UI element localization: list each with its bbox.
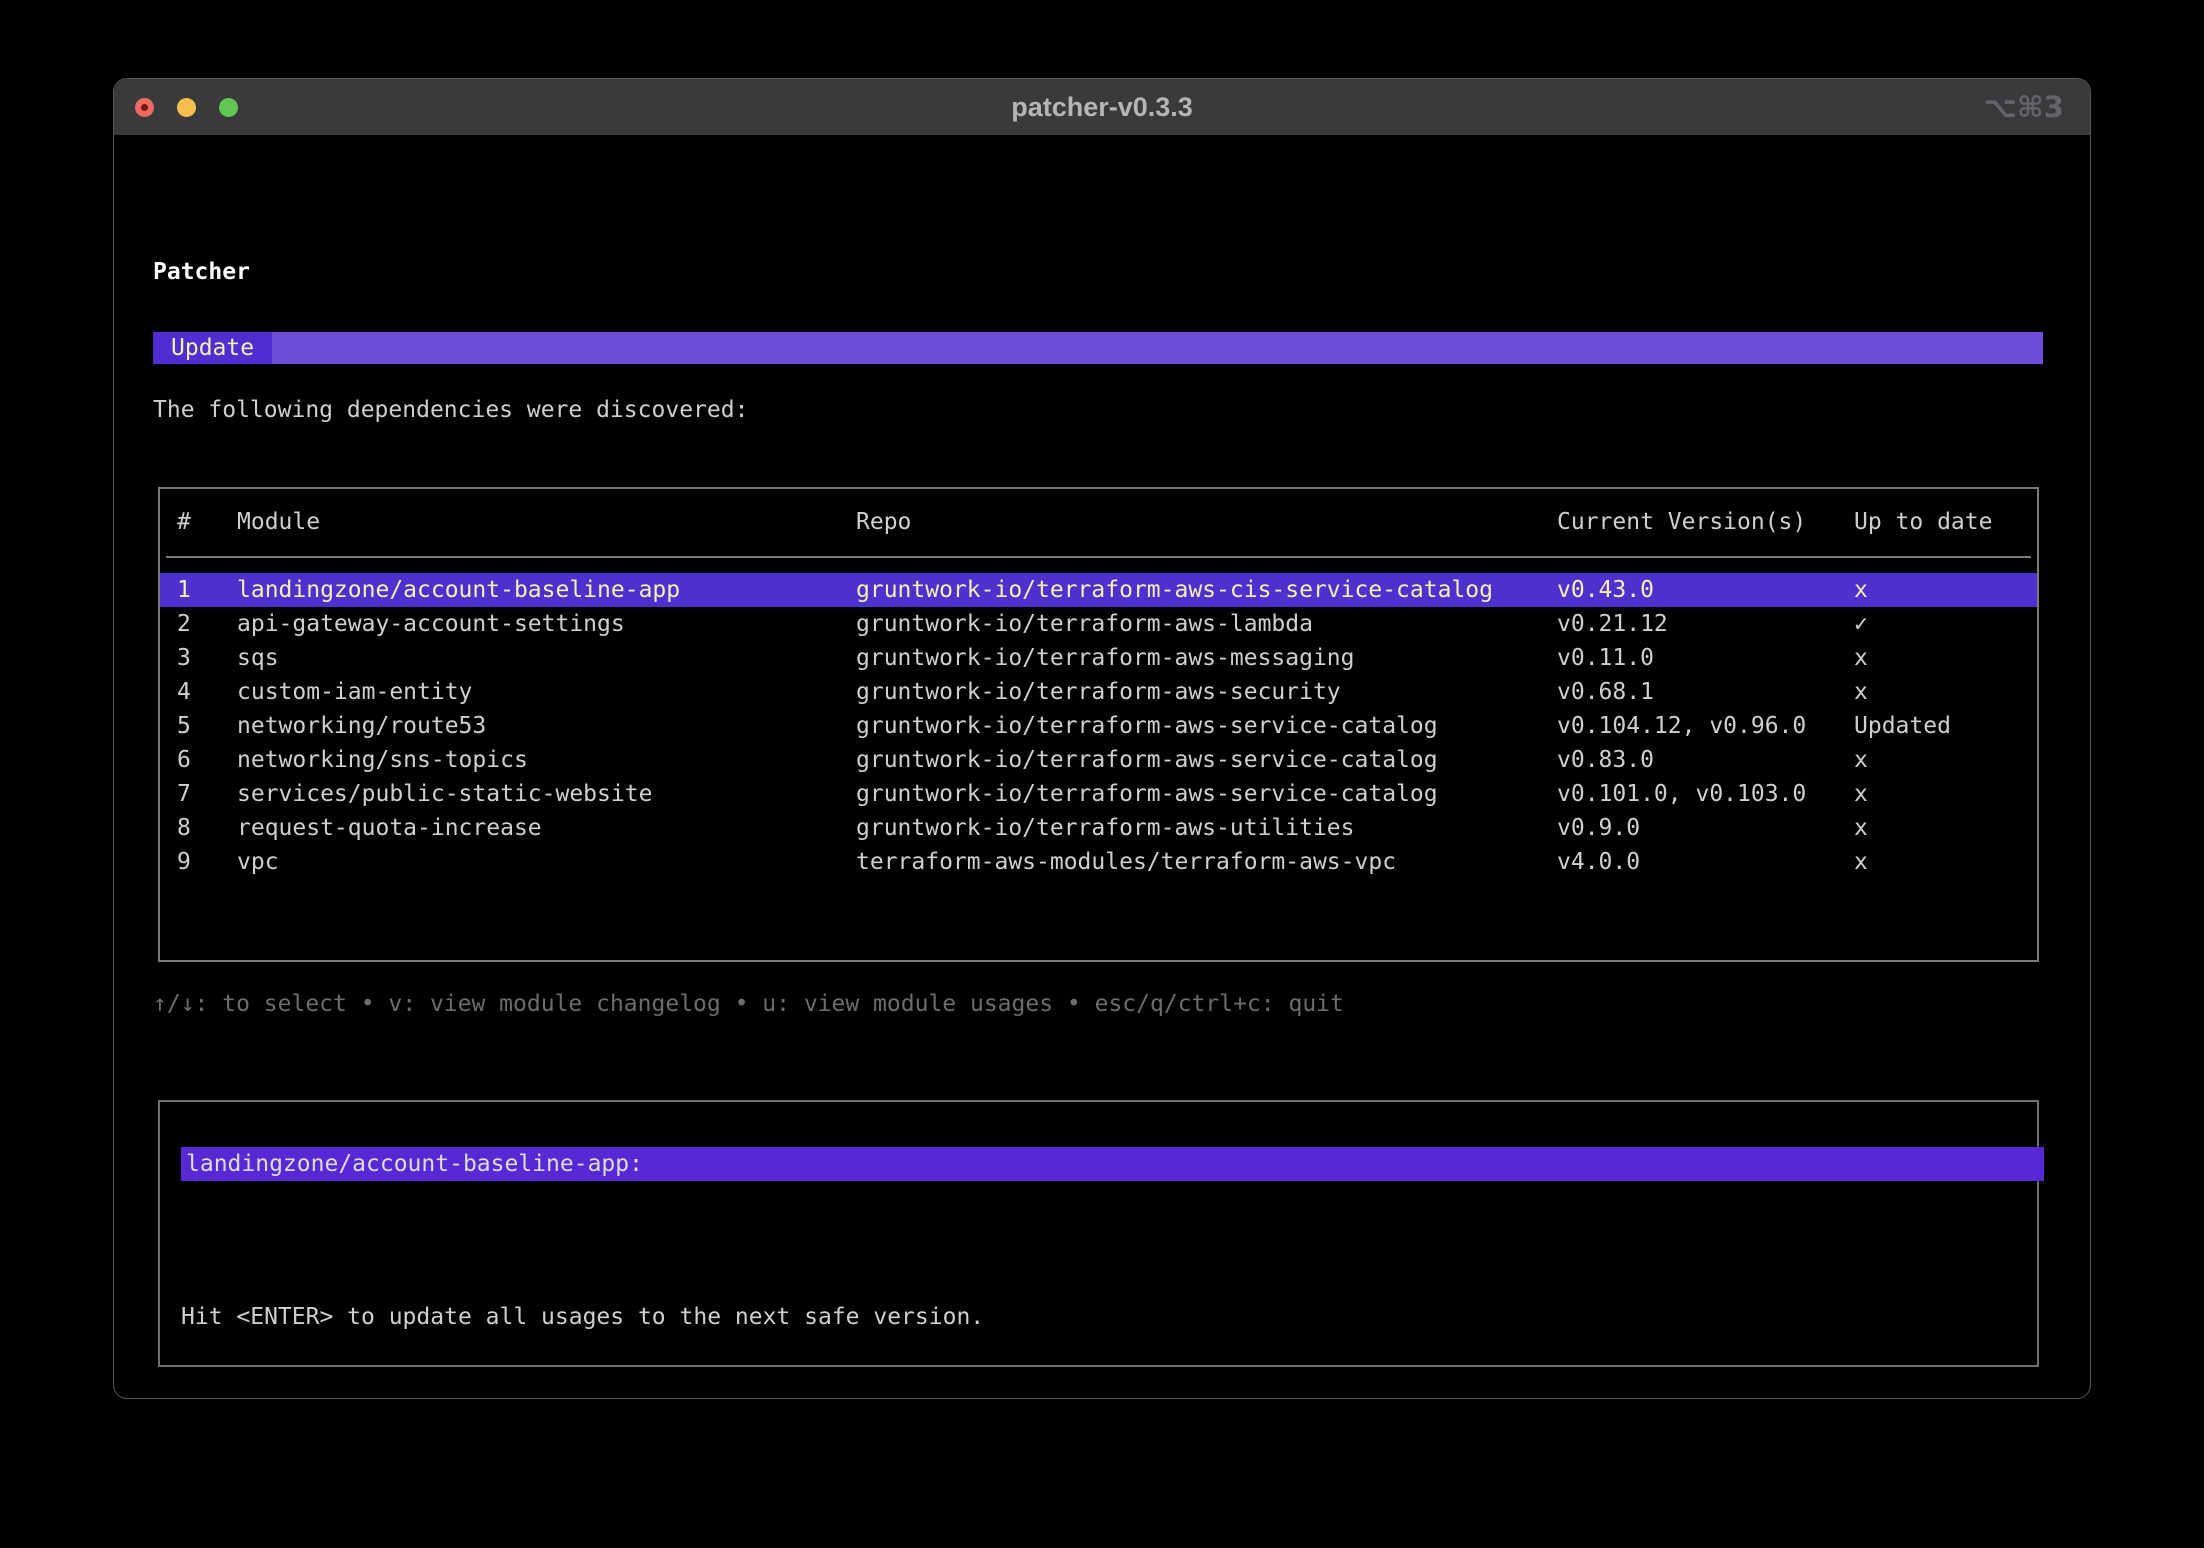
- window-title: patcher-v0.3.3: [1011, 92, 1193, 123]
- cell-versions: v0.101.0, v0.103.0: [1557, 777, 1854, 811]
- cell-num: 1: [177, 573, 237, 607]
- table-row[interactable]: 7services/public-static-websitegruntwork…: [160, 777, 2037, 811]
- cell-versions: v0.9.0: [1557, 811, 1854, 845]
- cell-num: 3: [177, 641, 237, 675]
- cell-repo: gruntwork-io/terraform-aws-utilities: [856, 811, 1557, 845]
- cell-versions: v0.21.12: [1557, 607, 1854, 641]
- cell-up-to_date: Updated: [1854, 709, 2037, 743]
- cell-repo: gruntwork-io/terraform-aws-lambda: [856, 607, 1557, 641]
- cell-versions: v0.68.1: [1557, 675, 1854, 709]
- cell-up-to_date: x: [1854, 811, 2037, 845]
- table-row[interactable]: 2api-gateway-account-settingsgruntwork-i…: [160, 607, 2037, 641]
- window-titlebar[interactable]: patcher-v0.3.3 ⌥⌘3: [114, 79, 2090, 135]
- detail-instructions: Hit <ENTER> to update all usages to the …: [181, 1232, 1303, 1399]
- table-body: 1landingzone/account-baseline-appgruntwo…: [160, 573, 2037, 879]
- cell-module: api-gateway-account-settings: [237, 607, 856, 641]
- cell-repo: gruntwork-io/terraform-aws-messaging: [856, 641, 1557, 675]
- cell-num: 8: [177, 811, 237, 845]
- zoom-button-icon[interactable]: [219, 98, 238, 117]
- cell-module: request-quota-increase: [237, 811, 856, 845]
- tab-bar: Update: [153, 332, 2043, 364]
- cell-module: landingzone/account-baseline-app: [237, 573, 856, 607]
- col-header-up-to-date: Up to date: [1854, 505, 2037, 539]
- cell-num: 4: [177, 675, 237, 709]
- keybinding-help: ↑/↓: to select • v: view module changelo…: [153, 987, 1344, 1021]
- table-row[interactable]: 5networking/route53gruntwork-io/terrafor…: [160, 709, 2037, 743]
- cell-repo: gruntwork-io/terraform-aws-service-catal…: [856, 777, 1557, 811]
- cell-repo: gruntwork-io/terraform-aws-service-catal…: [856, 709, 1557, 743]
- instruction-line: Hit <ENTER> to update all usages to the …: [181, 1300, 1303, 1334]
- dependency-table: # Module Repo Current Version(s) Up to d…: [158, 487, 2039, 962]
- col-header-module: Module: [237, 505, 856, 539]
- cell-versions: v0.11.0: [1557, 641, 1854, 675]
- cell-up-to_date: x: [1854, 573, 2037, 607]
- cell-up-to_date: x: [1854, 641, 2037, 675]
- intro-text: The following dependencies were discover…: [153, 393, 748, 427]
- cell-up-to_date: x: [1854, 675, 2037, 709]
- header-separator: [166, 556, 2031, 558]
- table-row[interactable]: 4custom-iam-entitygruntwork-io/terraform…: [160, 675, 2037, 709]
- window-shortcut-badge: ⌥⌘3: [1983, 79, 2064, 135]
- app-heading: Patcher: [153, 255, 250, 289]
- cell-num: 6: [177, 743, 237, 777]
- cell-module: vpc: [237, 845, 856, 879]
- table-row[interactable]: 1landingzone/account-baseline-appgruntwo…: [160, 573, 2037, 607]
- cell-versions: v4.0.0: [1557, 845, 1854, 879]
- cell-repo: gruntwork-io/terraform-aws-service-catal…: [856, 743, 1557, 777]
- minimize-button-icon[interactable]: [177, 98, 196, 117]
- col-header-num: #: [177, 505, 237, 539]
- table-row[interactable]: 6networking/sns-topicsgruntwork-io/terra…: [160, 743, 2037, 777]
- col-header-repo: Repo: [856, 505, 1557, 539]
- detail-panel: landingzone/account-baseline-app: Hit <E…: [158, 1100, 2039, 1367]
- cell-num: 7: [177, 777, 237, 811]
- table-row[interactable]: 3sqsgruntwork-io/terraform-aws-messaging…: [160, 641, 2037, 675]
- close-button-icon[interactable]: [135, 98, 154, 117]
- col-header-versions: Current Version(s): [1557, 505, 1854, 539]
- cell-up-to_date: x: [1854, 845, 2037, 879]
- cell-module: services/public-static-website: [237, 777, 856, 811]
- cell-module: networking/route53: [237, 709, 856, 743]
- cell-module: custom-iam-entity: [237, 675, 856, 709]
- terminal-window: patcher-v0.3.3 ⌥⌘3 Patcher Update The fo…: [113, 78, 2091, 1399]
- traffic-lights: [135, 79, 238, 135]
- terminal-content: Patcher Update The following dependencie…: [114, 135, 2090, 1398]
- cell-versions: v0.104.12, v0.96.0: [1557, 709, 1854, 743]
- cell-up-to_date: x: [1854, 777, 2037, 811]
- cell-num: 9: [177, 845, 237, 879]
- table-row[interactable]: 8request-quota-increasegruntwork-io/terr…: [160, 811, 2037, 845]
- table-header-row: # Module Repo Current Version(s) Up to d…: [160, 505, 2037, 539]
- selected-module-bar: landingzone/account-baseline-app:: [181, 1147, 2044, 1181]
- cell-repo: terraform-aws-modules/terraform-aws-vpc: [856, 845, 1557, 879]
- cell-up-to_date: ✓: [1854, 607, 2037, 641]
- cell-versions: v0.83.0: [1557, 743, 1854, 777]
- cell-repo: gruntwork-io/terraform-aws-security: [856, 675, 1557, 709]
- cell-num: 5: [177, 709, 237, 743]
- cell-module: networking/sns-topics: [237, 743, 856, 777]
- cell-repo: gruntwork-io/terraform-aws-cis-service-c…: [856, 573, 1557, 607]
- cell-num: 2: [177, 607, 237, 641]
- cell-module: sqs: [237, 641, 856, 675]
- table-row[interactable]: 9vpcterraform-aws-modules/terraform-aws-…: [160, 845, 2037, 879]
- cell-up-to_date: x: [1854, 743, 2037, 777]
- cell-versions: v0.43.0: [1557, 573, 1854, 607]
- tab-update[interactable]: Update: [153, 332, 272, 364]
